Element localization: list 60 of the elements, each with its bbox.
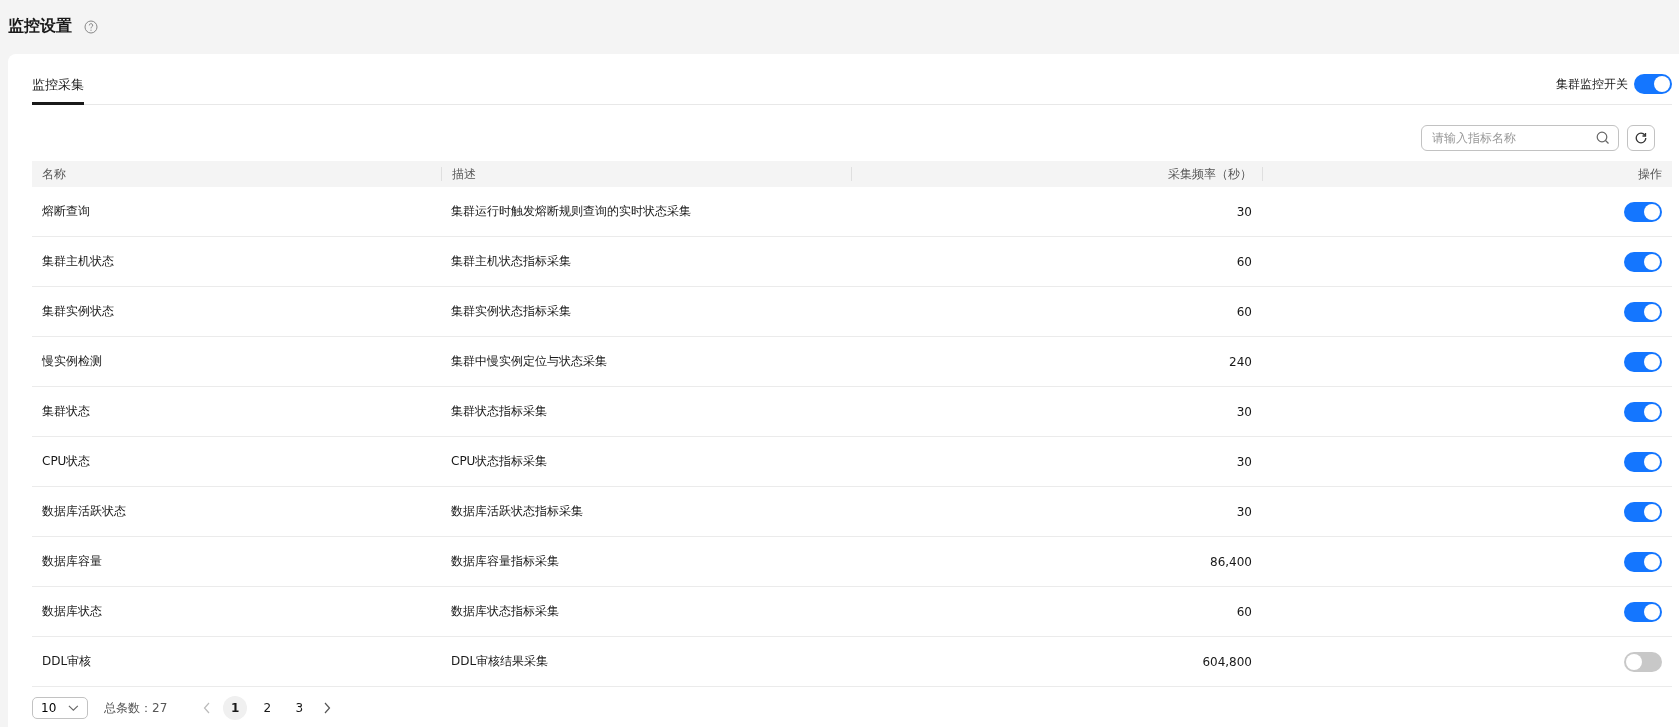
toggle-switch[interactable] — [1624, 601, 1662, 622]
table-cell-text: 数据库容量 — [41, 553, 103, 570]
column-header: 名称 — [41, 167, 67, 181]
chevron-down-icon — [68, 704, 79, 712]
column-header: 采集频率（秒） — [851, 167, 1262, 181]
table-cell-text: 60 — [1235, 604, 1253, 619]
table-cell-text: 240 — [1228, 354, 1253, 369]
table-cell-text: 数据库活跃状态 — [41, 503, 127, 520]
table-cell-text: 60 — [1235, 254, 1253, 269]
page-title: 监控设置 — [8, 16, 72, 37]
table-cell-text: 熔断查询 — [41, 203, 91, 220]
table-cell-text: 数据库状态 — [41, 603, 103, 620]
table-cell-text: 集群运行时触发熔断规则查询的实时状态采集 — [450, 203, 692, 220]
toggle-switch[interactable] — [1624, 551, 1662, 572]
refresh-icon — [1634, 131, 1648, 145]
search-icon — [1596, 131, 1610, 145]
page-button[interactable]: 1 — [223, 696, 248, 720]
table-cell-text: DDL审核结果采集 — [450, 653, 550, 670]
table-cell-text: 30 — [1235, 504, 1253, 519]
table-cell-text: 数据库状态指标采集 — [450, 603, 560, 620]
table-cell-text: 慢实例检测 — [41, 353, 103, 370]
page-size-select[interactable]: 10 — [32, 697, 88, 719]
search-field[interactable]: 请输入指标名称 — [1421, 125, 1619, 151]
table-cell-text: 集群状态指标采集 — [450, 403, 548, 420]
table-cell-text: CPU状态指标采集 — [450, 453, 549, 470]
table-cell-text: 604,800 — [1201, 654, 1253, 669]
toggle-switch[interactable] — [1624, 451, 1662, 472]
table-cell-text: 60 — [1235, 304, 1253, 319]
table-cell-text: 集群主机状态 — [41, 253, 115, 270]
table-cell-text: 86,400 — [1209, 554, 1253, 569]
switch-label: 集群监控开关 — [1556, 75, 1628, 93]
toggle-switch[interactable] — [1634, 74, 1672, 94]
toggle-switch[interactable] — [1624, 651, 1662, 672]
toggle-switch[interactable] — [1624, 301, 1662, 322]
toggle-switch[interactable] — [1624, 501, 1662, 522]
table-cell-text: DDL审核 — [41, 653, 93, 670]
toggle-switch[interactable] — [1624, 201, 1662, 222]
table-cell-text: 30 — [1235, 454, 1253, 469]
table-cell-text: 集群主机状态指标采集 — [450, 253, 572, 270]
column-header: 描述 — [441, 167, 851, 181]
table-cell-text: 30 — [1235, 204, 1253, 219]
table-cell-text: 集群状态 — [41, 403, 91, 420]
tab[interactable]: 监控采集 — [32, 76, 84, 105]
table-cell-text: 数据库容量指标采集 — [450, 553, 560, 570]
help-icon[interactable] — [84, 19, 98, 34]
table-cell-text: CPU状态 — [41, 453, 92, 470]
refresh-button[interactable] — [1627, 125, 1655, 151]
page-button[interactable]: 3 — [287, 696, 312, 720]
column-header: 操作 — [1262, 167, 1672, 181]
table-cell-text: 数据库活跃状态指标采集 — [450, 503, 584, 520]
table-cell-text: 集群实例状态指标采集 — [450, 303, 572, 320]
page-button[interactable]: 2 — [255, 696, 280, 720]
table-cell-text: 集群中慢实例定位与状态采集 — [450, 353, 608, 370]
toggle-switch[interactable] — [1624, 251, 1662, 272]
table-cell-text: 30 — [1235, 404, 1253, 419]
toggle-switch[interactable] — [1624, 351, 1662, 372]
chevron-right-icon[interactable] — [323, 702, 332, 714]
table-cell-text: 集群实例状态 — [41, 303, 115, 320]
toggle-switch[interactable] — [1624, 401, 1662, 422]
total-count: 总条数：27 — [104, 699, 168, 717]
